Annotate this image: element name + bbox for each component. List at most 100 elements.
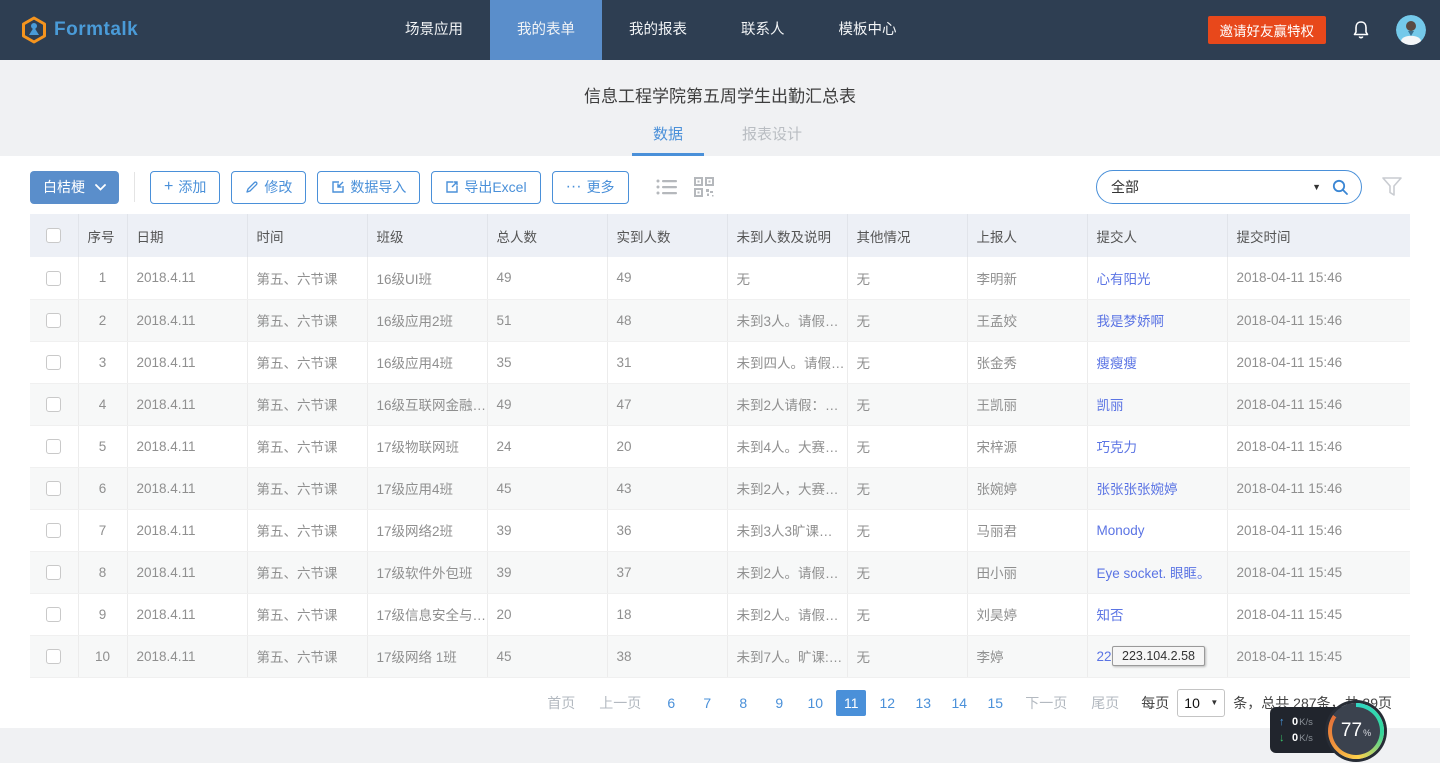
nav-item[interactable]: 模板中心 (812, 0, 924, 60)
table-row[interactable]: 92018.4.11第五、六节课17级信息安全与…2018未到2人。请假…无刘昊… (30, 593, 1410, 635)
user-avatar[interactable] (1396, 15, 1426, 45)
cell: 47 (607, 383, 727, 425)
view-selector-button[interactable]: 白桔梗 (30, 171, 119, 204)
submitter-link[interactable]: 知否 (1097, 608, 1124, 623)
cell: 2 (78, 299, 127, 341)
search-caret-down-icon[interactable]: ▼ (1312, 182, 1321, 192)
import-button[interactable]: 数据导入 (317, 171, 420, 204)
ip-tooltip: 223.104.2.58 (1112, 646, 1205, 666)
submitter-link[interactable]: 心有阳光 (1097, 272, 1151, 287)
cell: 田小丽 (967, 551, 1087, 593)
cell: 无 (847, 467, 967, 509)
page-number[interactable]: 10 (800, 690, 830, 716)
page-number[interactable]: 8 (728, 690, 758, 716)
column-header: 序号 (78, 214, 127, 257)
row-checkbox[interactable] (46, 439, 61, 454)
pagination-next[interactable]: 下一页 (1025, 693, 1067, 713)
search-area: 全部 ▼ (1096, 170, 1410, 204)
page-number[interactable]: 14 (944, 690, 974, 716)
table-row[interactable]: 72018.4.11第五、六节课17级网络2班3936未到3人3旷课…无马丽君M… (30, 509, 1410, 551)
cell: 51 (487, 299, 607, 341)
row-checkbox[interactable] (46, 355, 61, 370)
submitter-link[interactable]: 巧克力 (1097, 440, 1138, 455)
page-size-select[interactable]: 10 ▼ (1177, 689, 1225, 717)
notification-bell-icon[interactable] (1350, 19, 1372, 41)
cell: 心有阳光 (1087, 257, 1227, 299)
cell: 第五、六节课 (247, 425, 367, 467)
row-checkbox[interactable] (46, 607, 61, 622)
cell: 3 (78, 341, 127, 383)
list-view-icon[interactable] (656, 178, 677, 196)
submitter-link[interactable]: 凯丽 (1097, 398, 1124, 413)
table-row[interactable]: 22018.4.11第五、六节课16级应用2班5148未到3人。请假…无王孟姣我… (30, 299, 1410, 341)
nav-item[interactable]: 我的表单 (490, 0, 602, 60)
select-all-checkbox[interactable] (46, 228, 61, 243)
pagination-prev[interactable]: 上一页 (599, 693, 641, 713)
row-checkbox[interactable] (46, 271, 61, 286)
submitter-link[interactable]: 瘦瘦瘦 (1097, 356, 1138, 371)
percent-gauge-widget[interactable]: 77 % (1328, 703, 1384, 759)
export-excel-button[interactable]: 导出Excel (431, 171, 540, 204)
page-number[interactable]: 13 (908, 690, 938, 716)
row-checkbox[interactable] (46, 565, 61, 580)
cell: 无 (847, 509, 967, 551)
row-checkbox[interactable] (46, 481, 61, 496)
cell: 16级应用4班 (367, 341, 487, 383)
invite-button[interactable]: 邀请好友赢特权 (1208, 16, 1327, 44)
cell: 43 (607, 467, 727, 509)
edit-button[interactable]: 修改 (231, 171, 306, 204)
cell: 31 (607, 341, 727, 383)
download-speed-value: 0 (1292, 732, 1298, 744)
cell: 知否 (1087, 593, 1227, 635)
table-row[interactable]: 62018.4.11第五、六节课17级应用4班4543未到2人，大赛…无张婉婷张… (30, 467, 1410, 509)
page-number[interactable]: 9 (764, 690, 794, 716)
submitter-link[interactable]: Eye socket. 眼眶。 (1097, 566, 1211, 581)
page-number[interactable]: 7 (692, 690, 722, 716)
tab[interactable]: 数据 (632, 123, 704, 156)
download-speed-unit: K/s (1299, 733, 1313, 744)
row-checkbox[interactable] (46, 649, 61, 664)
cell: 第五、六节课 (247, 383, 367, 425)
submitter-link[interactable]: 我是梦娇啊 (1097, 314, 1165, 329)
brand-name: Formtalk (54, 19, 138, 41)
filter-icon[interactable] (1380, 176, 1404, 198)
table-row[interactable]: 12018.4.11第五、六节课16级UI班4949无无李明新心有阳光2018-… (30, 257, 1410, 299)
cell: 第五、六节课 (247, 593, 367, 635)
cell: 李婷 (967, 635, 1087, 677)
row-checkbox[interactable] (46, 313, 61, 328)
page-number[interactable]: 15 (980, 690, 1010, 716)
row-checkbox[interactable] (46, 397, 61, 412)
nav-item[interactable]: 联系人 (714, 0, 812, 60)
pagination-first[interactable]: 首页 (547, 693, 575, 713)
table-row[interactable]: 42018.4.11第五、六节课16级互联网金融…4947未到2人请假：…无王凯… (30, 383, 1410, 425)
search-box[interactable]: 全部 ▼ (1096, 170, 1362, 204)
nav-item[interactable]: 场景应用 (378, 0, 490, 60)
more-button[interactable]: ··· 更多 (552, 171, 629, 204)
cell: 45 (487, 635, 607, 677)
search-scope-value: 全部 (1111, 177, 1312, 197)
page-number[interactable]: 11 (836, 690, 866, 716)
page-number[interactable]: 12 (872, 690, 902, 716)
column-header: 其他情况 (847, 214, 967, 257)
pagination-last[interactable]: 尾页 (1091, 693, 1119, 713)
cell: 未到4人。大赛… (727, 425, 847, 467)
row-checkbox[interactable] (46, 523, 61, 538)
table-row[interactable]: 82018.4.11第五、六节课17级软件外包班3937未到2人。请假…无田小丽… (30, 551, 1410, 593)
cell: 凯丽 (1087, 383, 1227, 425)
pagination: 首页 上一页 6789101112131415 下一页 尾页 每页 10 ▼ 条… (30, 678, 1410, 728)
search-icon[interactable] (1331, 178, 1349, 196)
submitter-link[interactable]: Monody (1097, 523, 1145, 538)
add-button[interactable]: + 添加 (150, 171, 220, 204)
submitter-link[interactable]: 张张张张婉婷 (1097, 482, 1178, 497)
brand[interactable]: Formtalk (20, 16, 138, 44)
cell: 无 (847, 257, 967, 299)
table-row[interactable]: 32018.4.11第五、六节课16级应用4班3531未到四人。请假…无张金秀瘦… (30, 341, 1410, 383)
table-row[interactable]: 52018.4.11第五、六节课17级物联网班2420未到4人。大赛…无宋梓源巧… (30, 425, 1410, 467)
page-number[interactable]: 6 (656, 690, 686, 716)
qr-code-icon[interactable] (693, 176, 715, 198)
cell: 49 (607, 257, 727, 299)
tab[interactable]: 报表设计 (736, 123, 808, 156)
cell: 无 (847, 341, 967, 383)
nav-item[interactable]: 我的报表 (602, 0, 714, 60)
table-header-row: 序号日期时间班级总人数实到人数未到人数及说明其他情况上报人提交人提交时间 (30, 214, 1410, 257)
